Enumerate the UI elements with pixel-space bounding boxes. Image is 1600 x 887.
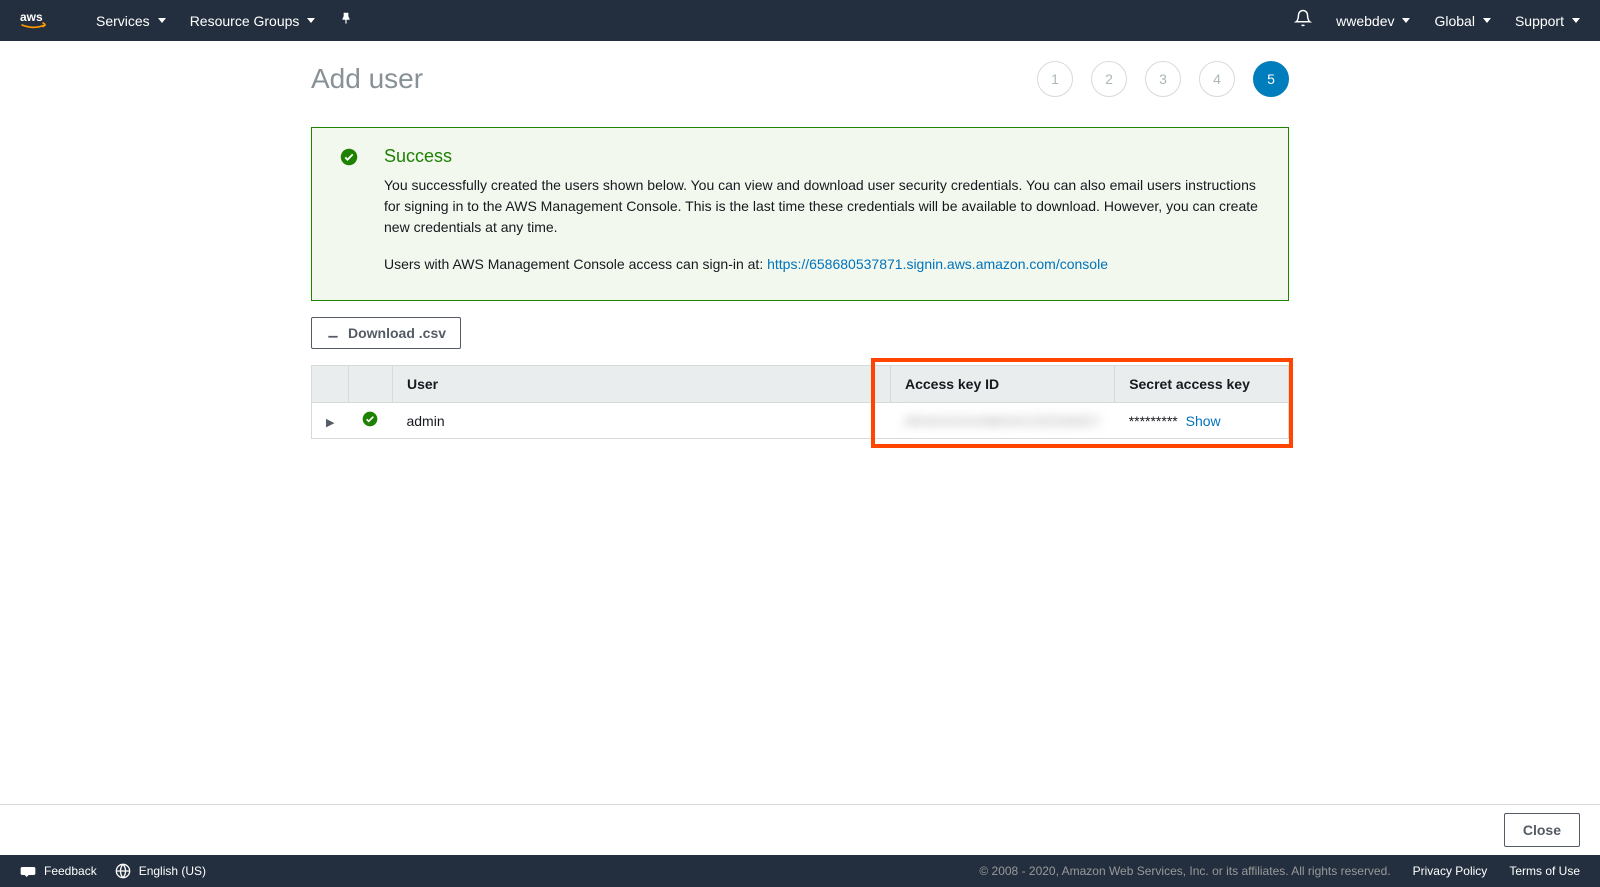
access-key-value: AKIAXXXXAWSACCESSKEY [904,413,1100,429]
download-csv-button[interactable]: Download .csv [311,317,461,349]
col-status [348,366,392,403]
download-csv-label: Download .csv [348,325,446,341]
close-button[interactable]: Close [1504,813,1580,847]
aws-logo[interactable]: aws [20,10,56,32]
privacy-link[interactable]: Privacy Policy [1413,864,1488,878]
success-signin: Users with AWS Management Console access… [384,256,1258,272]
signin-url-link[interactable]: https://658680537871.signin.aws.amazon.c… [767,256,1108,272]
secret-mask: ********* [1129,413,1178,429]
chat-icon [20,863,36,879]
top-nav: aws Services Resource Groups wwebdev Glo… [0,0,1600,41]
success-check-icon [340,148,358,272]
step-4: 4 [1199,61,1235,97]
support-menu[interactable]: Support [1515,13,1580,29]
step-2: 2 [1091,61,1127,97]
feedback-link[interactable]: Feedback [20,863,97,879]
pin-icon[interactable] [339,11,353,30]
main-content: Add user 1 2 3 4 5 Success You successfu… [0,41,1600,804]
col-access-key: Access key ID [890,366,1114,403]
username-label: wwebdev [1336,13,1394,29]
globe-icon [115,863,131,879]
language-selector[interactable]: English (US) [115,863,206,879]
copyright: © 2008 - 2020, Amazon Web Services, Inc.… [979,864,1390,878]
caret-down-icon [1402,18,1410,23]
users-table: User Access key ID Secret access key ▶ [311,365,1289,439]
footer: Feedback English (US) © 2008 - 2020, Ama… [0,855,1600,887]
table-row: ▶ admin AKIAXXXXAWSACCESSKEY ********* S… [312,403,1289,439]
expand-row-icon[interactable]: ▶ [326,417,334,429]
terms-link[interactable]: Terms of Use [1509,864,1580,878]
language-label: English (US) [139,864,206,878]
success-body: You successfully created the users shown… [384,175,1258,238]
support-label: Support [1515,13,1564,29]
resource-groups-menu[interactable]: Resource Groups [190,13,316,29]
region-label: Global [1434,13,1474,29]
caret-down-icon [1483,18,1491,23]
col-user: User [392,366,890,403]
col-secret-key: Secret access key [1115,366,1289,403]
page-title: Add user [311,63,423,95]
step-1: 1 [1037,61,1073,97]
account-menu[interactable]: wwebdev [1336,13,1410,29]
step-5: 5 [1253,61,1289,97]
resource-groups-label: Resource Groups [190,13,300,29]
step-indicator: 1 2 3 4 5 [1037,61,1289,97]
feedback-label: Feedback [44,864,97,878]
caret-down-icon [158,18,166,23]
success-title: Success [384,146,1258,167]
svg-text:aws: aws [20,10,43,24]
services-menu[interactable]: Services [96,13,166,29]
signin-prefix: Users with AWS Management Console access… [384,256,767,272]
col-expand [312,366,349,403]
bottom-action-bar: Close [0,804,1600,855]
notifications-icon[interactable] [1294,9,1312,32]
services-label: Services [96,13,150,29]
show-secret-link[interactable]: Show [1186,413,1221,429]
user-cell: admin [392,403,890,439]
region-menu[interactable]: Global [1434,13,1490,29]
caret-down-icon [1572,18,1580,23]
step-3: 3 [1145,61,1181,97]
caret-down-icon [307,18,315,23]
row-status-check-icon [362,414,378,430]
success-alert: Success You successfully created the use… [311,127,1289,301]
